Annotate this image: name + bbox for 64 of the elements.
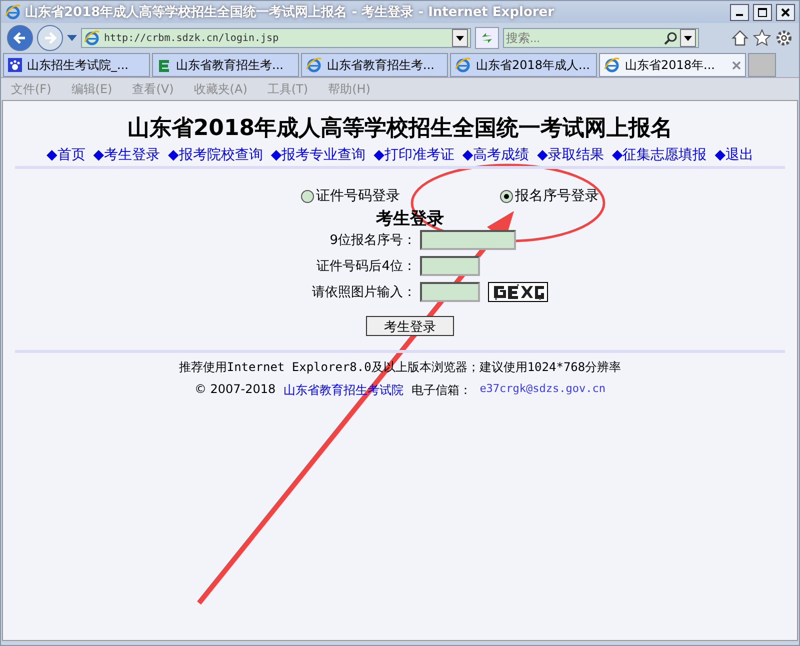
nav-link[interactable]: ◆录取结果 xyxy=(537,146,604,164)
nav-link[interactable]: ◆打印准考证 xyxy=(374,146,454,164)
close-button[interactable] xyxy=(776,4,795,20)
browser-tab[interactable]: 山东省教育招生考... xyxy=(301,53,448,77)
input-field[interactable] xyxy=(420,282,480,302)
browser-tab[interactable]: 山东省教育招生考... xyxy=(152,53,299,77)
copyright-text: © 2007-2018 xyxy=(194,382,276,398)
nav-link[interactable]: ◆退出 xyxy=(714,146,754,164)
back-button[interactable] xyxy=(7,25,33,51)
ie-logo-icon xyxy=(5,4,21,20)
browser-tab[interactable]: 山东省2018年... xyxy=(599,53,746,77)
ie-logo-icon xyxy=(306,57,322,73)
search-dropdown-button[interactable] xyxy=(680,29,696,47)
login-mode-radio[interactable]: 报名序号登录 xyxy=(500,187,599,205)
input-field[interactable] xyxy=(420,256,480,276)
page-heading: 山东省2018年成人高等学校招生全国统一考试网上报名 xyxy=(127,114,673,143)
url-text: http://crbm.sdzk.cn/login.jsp xyxy=(104,32,279,44)
star-icon[interactable] xyxy=(753,29,771,47)
window-title: 山东省2018年成人高等学校招生全国统一考试网上报名 - 考生登录 - Internet Explorer xyxy=(25,4,556,21)
address-dropdown-button[interactable] xyxy=(452,29,468,47)
radio-button[interactable] xyxy=(500,190,513,202)
ie-logo-icon xyxy=(455,57,471,73)
arrow-left-icon xyxy=(13,31,27,45)
close-tab-icon[interactable] xyxy=(732,60,741,70)
field-label: 证件号码后4位： xyxy=(316,258,416,275)
refresh-button[interactable] xyxy=(475,27,499,49)
field-label: 请依照图片输入： xyxy=(312,284,416,301)
paw-icon xyxy=(8,58,22,72)
browser-tab[interactable]: 山东省2018年成人... xyxy=(450,53,597,77)
browser-tab[interactable]: 山东招生考试院_... xyxy=(3,53,150,77)
maximize-button[interactable] xyxy=(753,4,772,20)
caret-icon xyxy=(684,36,692,40)
arrow-right-icon xyxy=(43,31,57,45)
email-link[interactable]: e37crgk@sdzs.gov.cn xyxy=(480,382,606,399)
minimize-button[interactable] xyxy=(730,4,749,20)
search-field[interactable]: 搜索... xyxy=(506,31,662,45)
address-field[interactable]: http://crbm.sdzk.cn/login.jsp xyxy=(81,28,471,48)
e-logo-icon xyxy=(157,58,171,72)
close-icon xyxy=(781,8,790,16)
login-button[interactable]: 考生登录 xyxy=(366,316,454,336)
email-label: 电子信箱： xyxy=(412,382,472,399)
search-icon[interactable] xyxy=(664,31,678,45)
home-icon[interactable] xyxy=(731,29,749,47)
input-field[interactable] xyxy=(420,230,516,250)
forward-button[interactable] xyxy=(37,25,63,51)
nav-link[interactable]: ◆首页 xyxy=(46,146,86,164)
nav-link[interactable]: ◆报考专业查询 xyxy=(270,146,366,164)
settings-icon[interactable] xyxy=(775,29,793,47)
nav-link[interactable]: ◆报考院校查询 xyxy=(168,146,263,164)
caret-icon xyxy=(456,36,464,40)
refresh-icon xyxy=(480,31,494,45)
minimize-icon xyxy=(736,14,743,16)
field-label: 9位报名序号： xyxy=(330,232,416,249)
radio-button[interactable] xyxy=(301,190,314,202)
search-box[interactable]: 搜索... xyxy=(503,28,699,48)
login-mode-radio[interactable]: 证件号码登录 xyxy=(301,187,400,205)
dropdown-arrow-icon[interactable] xyxy=(67,35,77,41)
nav-link[interactable]: ◆征集志愿填报 xyxy=(612,146,707,164)
nav-link[interactable]: ◆考生登录 xyxy=(93,146,160,164)
browser-note: 推荐使用Internet Explorer8.0及以上版本浏览器；建议使用1024*768分辨率 xyxy=(178,359,622,376)
nav-link[interactable]: ◆高考成绩 xyxy=(462,146,530,164)
ie-logo-icon xyxy=(84,30,100,46)
ie-logo-icon xyxy=(604,57,620,73)
maximize-icon xyxy=(758,8,767,16)
